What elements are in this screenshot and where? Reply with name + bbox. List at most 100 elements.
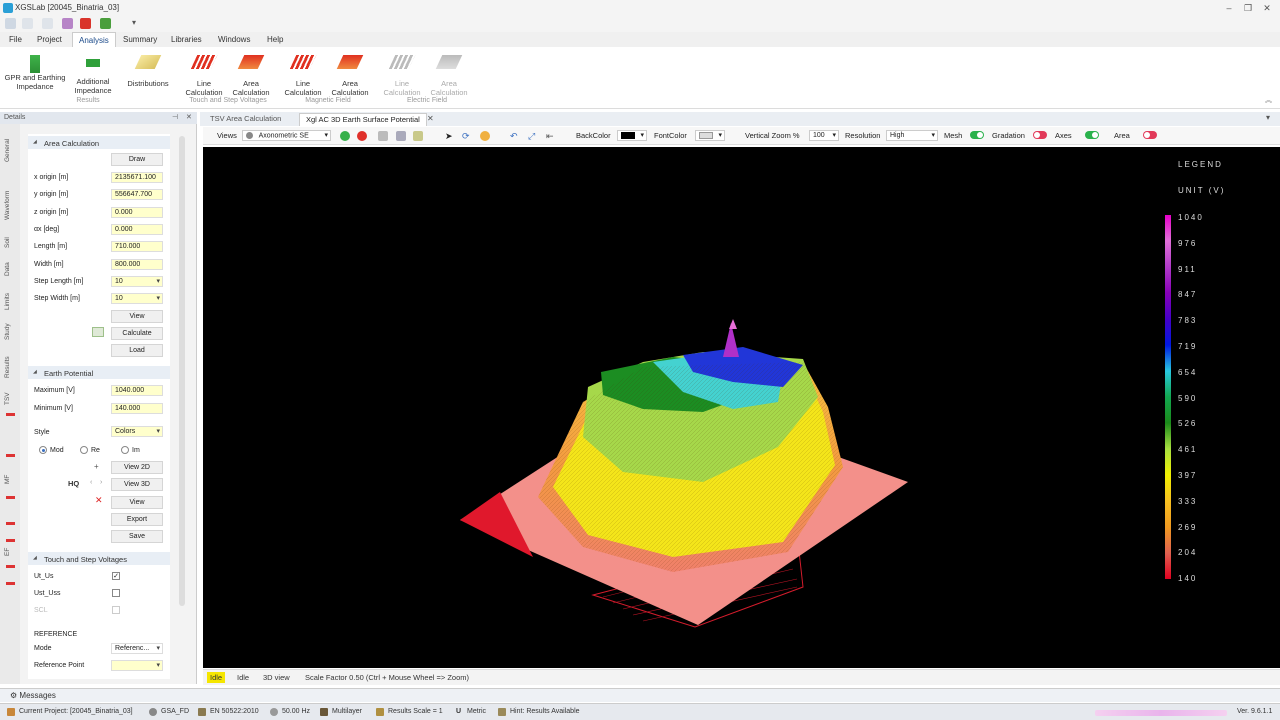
- step-width-select[interactable]: 10: [111, 293, 163, 304]
- x-origin-input[interactable]: 2135671.100: [111, 172, 163, 183]
- hq-toggle[interactable]: HQ: [68, 479, 79, 488]
- open-project-icon[interactable]: [22, 18, 33, 29]
- select-pointer-icon[interactable]: ➤: [445, 131, 455, 141]
- step-length-select[interactable]: 10: [111, 276, 163, 287]
- view-2d-button[interactable]: View 2D: [111, 461, 163, 474]
- resolution-select[interactable]: High: [886, 130, 938, 141]
- save-project-icon[interactable]: [42, 18, 53, 29]
- restore-button[interactable]: ❐: [1241, 2, 1255, 14]
- backcolor-select[interactable]: [617, 130, 647, 141]
- additional-impedance-button[interactable]: Additional Impedance: [70, 55, 116, 95]
- menu-analysis[interactable]: Analysis: [72, 32, 116, 47]
- pin-icon[interactable]: ⊣: [172, 113, 178, 121]
- fontcolor-select[interactable]: [695, 130, 725, 141]
- vertical-zoom-input[interactable]: 100: [809, 130, 839, 141]
- tsv-area-calculation-button[interactable]: Area Calculation: [230, 55, 272, 97]
- vtab-results[interactable]: Results: [4, 356, 11, 378]
- vtab-limits[interactable]: Limits: [4, 293, 11, 310]
- export-button[interactable]: Export: [111, 513, 163, 526]
- zoom-fit-icon[interactable]: ⤢: [528, 131, 538, 141]
- delete-xgl-icon[interactable]: ✕: [95, 495, 103, 506]
- tab-list-icon[interactable]: ▾: [1266, 113, 1270, 122]
- maximum-input[interactable]: 1040.000: [111, 385, 163, 396]
- area-calculation-section[interactable]: Area Calculation: [28, 136, 170, 149]
- customize-toolbar-icon[interactable]: ▾: [132, 18, 143, 29]
- rotate-icon[interactable]: ⟳: [462, 131, 472, 141]
- menu-project[interactable]: Project: [31, 32, 68, 47]
- library-icon[interactable]: [62, 18, 73, 29]
- 3d-viewport[interactable]: LEGEND UNIT (V) 1040 976 911 847 783 719 654 59…: [203, 147, 1280, 668]
- prev-arrow-icon[interactable]: ‹: [90, 479, 92, 486]
- pan-hand-icon[interactable]: [480, 131, 490, 141]
- style-select[interactable]: Colors: [111, 426, 163, 437]
- width-input[interactable]: 800.000: [111, 259, 163, 270]
- menu-file[interactable]: File: [3, 32, 28, 47]
- z-origin-input[interactable]: 0.000: [111, 207, 163, 218]
- ax-input[interactable]: 0.000: [111, 224, 163, 235]
- mode-select[interactable]: Referenc...: [111, 643, 163, 654]
- menu-help[interactable]: Help: [261, 32, 289, 47]
- zoom-plus-button[interactable]: +: [94, 462, 99, 471]
- snapshot-icon[interactable]: [413, 131, 423, 141]
- earth-view-button[interactable]: View: [111, 496, 163, 509]
- collapse-ribbon-icon[interactable]: ︽: [1265, 95, 1272, 105]
- radio-mod[interactable]: [39, 446, 47, 454]
- next-arrow-icon[interactable]: ›: [100, 479, 102, 486]
- area-toggle[interactable]: [1143, 131, 1157, 139]
- menu-libraries[interactable]: Libraries: [165, 32, 208, 47]
- close-project-icon[interactable]: [80, 18, 91, 29]
- axes-toggle[interactable]: [1085, 131, 1099, 139]
- area-view-button[interactable]: View: [111, 310, 163, 323]
- close-tab-icon[interactable]: ✕: [427, 114, 434, 123]
- mf-line-calculation-button[interactable]: Line Calculation: [282, 55, 324, 97]
- draw-button[interactable]: Draw: [111, 153, 163, 166]
- vtab-mf[interactable]: MF: [4, 475, 11, 484]
- gpr-impedance-button[interactable]: GPR and Earthing Impedance: [4, 55, 66, 91]
- views-select[interactable]: Axonometric SE: [242, 130, 331, 141]
- messages-tab[interactable]: ⚙ Messages: [10, 691, 56, 700]
- close-details-icon[interactable]: ✕: [186, 113, 192, 121]
- measure-icon[interactable]: ⇤: [546, 131, 556, 141]
- vtab-data[interactable]: Data: [4, 262, 11, 276]
- minimum-input[interactable]: 140.000: [111, 403, 163, 414]
- touch-step-section[interactable]: Touch and Step Voltages: [28, 552, 170, 565]
- length-input[interactable]: 710.000: [111, 241, 163, 252]
- gradation-toggle[interactable]: [1033, 131, 1047, 139]
- tab-3d-earth-surface-potential[interactable]: Xgl AC 3D Earth Surface Potential: [299, 113, 427, 126]
- vtab-ef[interactable]: EF: [4, 548, 11, 556]
- calculate-button[interactable]: Calculate: [111, 327, 163, 340]
- run-icon[interactable]: [100, 18, 111, 29]
- details-scrollbar[interactable]: [179, 136, 185, 606]
- vtab-tsv[interactable]: TSV: [4, 392, 11, 405]
- reset-view-icon[interactable]: [378, 131, 388, 141]
- undo-icon[interactable]: ↶: [510, 131, 520, 141]
- ef-area-calculation-button[interactable]: Area Calculation: [428, 55, 470, 97]
- earth-potential-section[interactable]: Earth Potential: [28, 366, 170, 379]
- vtab-general[interactable]: General: [4, 139, 11, 162]
- surface-potential-plot[interactable]: [203, 147, 1280, 668]
- menu-summary[interactable]: Summary: [117, 32, 163, 47]
- view-3d-button[interactable]: View 3D: [111, 478, 163, 491]
- minimize-button[interactable]: –: [1222, 2, 1236, 14]
- mf-area-calculation-button[interactable]: Area Calculation: [329, 55, 371, 97]
- ust-uss-checkbox[interactable]: [112, 589, 120, 597]
- vtab-study[interactable]: Study: [4, 323, 11, 340]
- tab-tsv-area-calculation[interactable]: TSV Area Calculation: [204, 113, 287, 126]
- radio-re[interactable]: [80, 446, 88, 454]
- tsv-line-calculation-button[interactable]: Line Calculation: [183, 55, 225, 97]
- menu-windows[interactable]: Windows: [212, 32, 256, 47]
- scl-checkbox[interactable]: [112, 606, 120, 614]
- play-icon[interactable]: [340, 131, 350, 141]
- ef-line-calculation-button[interactable]: Line Calculation: [381, 55, 423, 97]
- stop-icon[interactable]: [357, 131, 367, 141]
- reference-point-select[interactable]: [111, 660, 163, 671]
- ut-us-checkbox[interactable]: ✓: [112, 572, 120, 580]
- load-button[interactable]: Load: [111, 344, 163, 357]
- close-window-button[interactable]: ✕: [1260, 2, 1274, 14]
- vtab-soil[interactable]: Soil: [4, 237, 11, 248]
- distributions-button[interactable]: Distributions: [124, 55, 172, 88]
- radio-im[interactable]: [121, 446, 129, 454]
- copy-view-icon[interactable]: [396, 131, 406, 141]
- formula-icon[interactable]: [92, 327, 104, 337]
- y-origin-input[interactable]: 556647.700: [111, 189, 163, 200]
